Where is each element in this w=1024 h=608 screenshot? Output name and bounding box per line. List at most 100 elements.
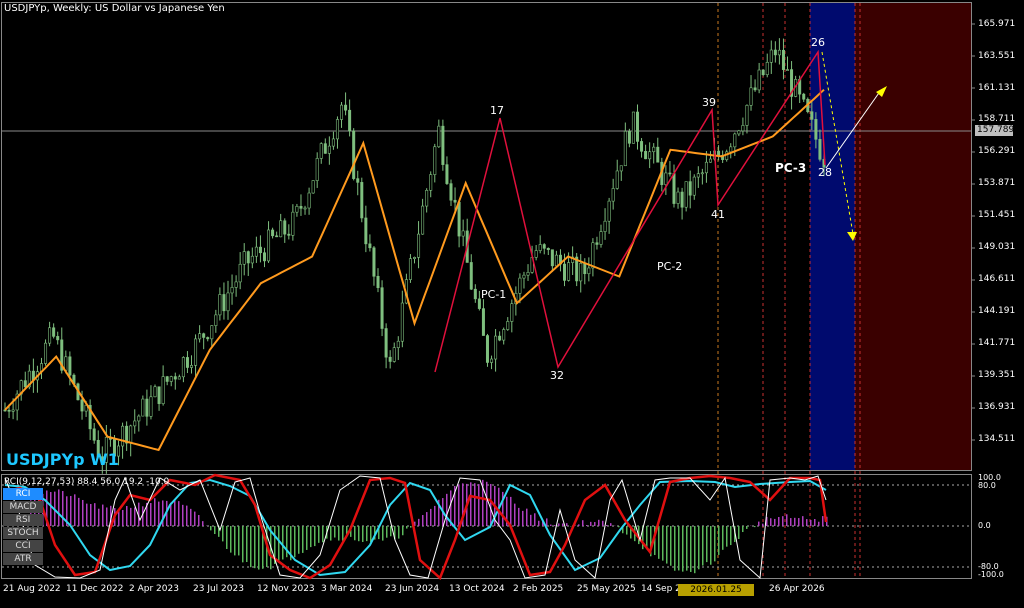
histogram-bar: [298, 526, 300, 554]
candle-body: [421, 206, 423, 234]
candle-body: [434, 147, 436, 175]
crosshair-date-tag: 2026.01.25 00:00: [678, 584, 754, 596]
candle-body: [766, 62, 768, 74]
pivot-label-26: 26: [811, 36, 825, 49]
candle-body: [255, 247, 257, 256]
candle-body: [511, 304, 513, 322]
histogram-bar: [802, 516, 804, 526]
histogram-bar: [226, 526, 228, 549]
candle-body: [267, 230, 269, 261]
histogram-bar: [246, 526, 248, 562]
histogram-bar: [810, 520, 812, 526]
candle-body: [235, 282, 237, 287]
histogram-bar: [390, 526, 392, 536]
histogram-bar: [370, 526, 372, 542]
tab-macd[interactable]: MACD: [3, 501, 43, 513]
histogram-bar: [94, 503, 96, 526]
candle-body: [211, 326, 213, 339]
histogram-bar: [722, 526, 724, 550]
histogram-bar: [818, 522, 820, 526]
candle-body: [604, 221, 606, 231]
candle-body: [202, 334, 204, 338]
candle-body: [320, 144, 322, 159]
tab-stoch[interactable]: STOCH: [3, 527, 43, 539]
indicator-level-label: 80.0: [978, 481, 996, 490]
histogram-bar: [686, 526, 688, 571]
histogram-bar: [306, 526, 308, 550]
candle-body: [454, 200, 456, 202]
histogram-bar: [322, 526, 324, 542]
candle-body: [312, 181, 314, 193]
histogram-bar: [158, 502, 160, 526]
histogram-bar: [490, 484, 492, 526]
histogram-bar: [718, 526, 720, 555]
histogram-bar: [402, 526, 404, 535]
histogram-bar: [238, 526, 240, 555]
histogram-bar: [662, 526, 664, 561]
candle-body: [121, 426, 123, 446]
histogram-bar: [122, 510, 124, 526]
histogram-bar: [130, 508, 132, 526]
candle-body: [762, 70, 764, 75]
histogram-bar: [134, 507, 136, 526]
histogram-bar: [690, 526, 692, 572]
histogram-bar: [102, 505, 104, 526]
histogram-bar: [478, 484, 480, 526]
histogram-bar: [282, 526, 284, 559]
candle-body: [734, 134, 736, 147]
candle-body: [154, 387, 156, 397]
candle-body: [543, 245, 545, 249]
candle-body: [636, 112, 638, 141]
rci-histogram: [30, 480, 828, 573]
histogram-bar: [486, 482, 488, 526]
tab-cci[interactable]: CCI: [3, 540, 43, 552]
candle-body: [65, 357, 67, 371]
histogram-bar: [510, 497, 512, 526]
candle-body: [239, 264, 241, 282]
candle-body: [166, 377, 168, 382]
histogram-bar: [790, 518, 792, 526]
histogram-bar: [98, 509, 100, 526]
candle-body: [442, 126, 444, 164]
price-tick-label: 139.351: [978, 370, 1015, 380]
candle-body: [361, 182, 363, 218]
candle-body: [742, 125, 744, 130]
histogram-bar: [782, 516, 784, 526]
candle-body: [340, 105, 342, 119]
candle-body: [624, 131, 626, 165]
candle-body: [389, 357, 391, 361]
time-tick-label: 11 Dec 2022: [66, 584, 124, 594]
candle-body: [328, 146, 330, 153]
histogram-bar: [406, 526, 408, 529]
price-tick-label: 136.931: [978, 402, 1015, 412]
histogram-bar: [770, 518, 772, 526]
histogram-bar: [658, 526, 660, 559]
tab-atr[interactable]: ATR: [3, 553, 43, 565]
candle-body: [450, 184, 452, 201]
candle-body: [304, 208, 306, 209]
candle-body: [547, 248, 549, 249]
histogram-bar: [806, 519, 808, 526]
candle-body: [393, 348, 395, 362]
candle-body: [93, 429, 95, 440]
candle-body: [551, 250, 553, 266]
candle-body: [48, 328, 50, 343]
candle-body: [519, 278, 521, 293]
candle-body: [373, 248, 375, 276]
candle-body: [275, 236, 277, 237]
candle-body: [628, 131, 630, 143]
histogram-bar: [598, 520, 600, 526]
histogram-bar: [82, 500, 84, 526]
histogram-bar: [778, 517, 780, 526]
tab-rci[interactable]: RCI: [3, 488, 43, 500]
candle-body: [12, 410, 14, 411]
histogram-bar: [758, 522, 760, 526]
price-chart[interactable]: [0, 0, 1024, 600]
histogram-bar: [762, 524, 764, 526]
histogram-bar: [526, 509, 528, 526]
candle-body: [158, 387, 160, 404]
histogram-bar: [434, 506, 436, 526]
tab-rsi[interactable]: RSI: [3, 514, 43, 526]
histogram-bar: [150, 503, 152, 526]
time-tick-label: 14 Sep 2: [641, 584, 681, 594]
